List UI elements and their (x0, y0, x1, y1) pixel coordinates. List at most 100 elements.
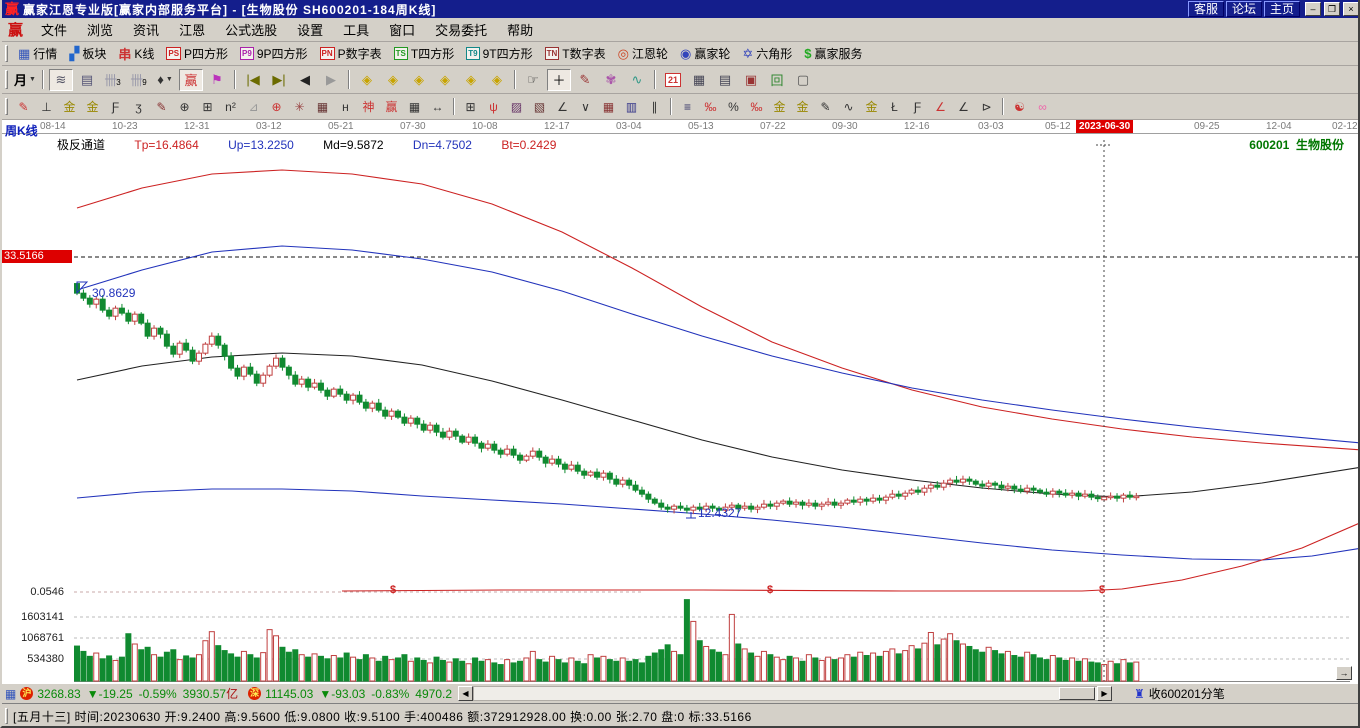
drawing-tool-icon[interactable]: ⊳ (975, 96, 998, 117)
menu-item[interactable]: 交易委托 (425, 18, 497, 41)
drawing-tool-icon[interactable]: Ł (883, 96, 906, 117)
drawing-tool-icon[interactable]: ⊥ (35, 96, 58, 117)
toolbar-grip[interactable] (5, 70, 8, 89)
drawing-tool-icon[interactable]: ∿ (837, 96, 860, 117)
menu-item[interactable]: 资讯 (123, 18, 169, 41)
drawing-tool-icon[interactable]: ▦ (403, 96, 426, 117)
toolbar-button[interactable]: TS T四方形 (388, 44, 461, 63)
toolbar-grip[interactable] (5, 45, 8, 62)
menu-item[interactable]: 江恩 (169, 18, 215, 41)
diamond-zoomin-icon[interactable]: ◈ (459, 69, 483, 91)
toolbar-grip[interactable] (5, 97, 8, 116)
drawing-tool-icon[interactable]: ✎ (12, 96, 35, 117)
tick-feed-label[interactable]: 收600201分笔 (1149, 685, 1225, 702)
crosshair-tool-icon[interactable]: ＋ (547, 68, 571, 91)
bars3-icon[interactable]: 卌3 (101, 69, 125, 91)
menu-item[interactable]: 公式选股 (215, 18, 287, 41)
drawing-tool-icon[interactable]: ∠ (929, 96, 952, 117)
toolbar-button[interactable]: ◎ 江恩轮 (612, 44, 674, 63)
capture-icon[interactable]: 回 (765, 69, 789, 91)
toolbar-button[interactable]: 串 K线 (112, 43, 160, 64)
drawing-tool-icon[interactable]: ψ (482, 96, 505, 117)
drawing-tool-icon[interactable]: ⊿ (242, 96, 265, 117)
chart-canvas[interactable] (2, 120, 1358, 683)
drawing-tool-icon[interactable]: ▦ (311, 96, 334, 117)
drawing-tool-icon[interactable]: Ƒ (104, 96, 127, 117)
drawing-tool-icon[interactable]: ↔ (426, 96, 449, 117)
titlebar-button-客服[interactable]: 客服 (1187, 1, 1224, 17)
drawing-tool-icon[interactable]: ≡ (676, 96, 699, 117)
note-icon[interactable]: ▤ (75, 69, 99, 91)
toolbar-button[interactable]: ▦ 行情 (12, 44, 63, 63)
menu-item[interactable]: 设置 (287, 18, 333, 41)
drawing-tool-icon[interactable]: 金 (860, 96, 883, 117)
drawing-tool-icon[interactable]: ▥ (620, 96, 643, 117)
last-bar-icon[interactable]: ▶| (267, 69, 291, 91)
prev-icon[interactable]: ◀ (293, 69, 317, 91)
drawing-tool-icon[interactable]: ∠ (952, 96, 975, 117)
drawing-tool-icon[interactable]: % (722, 96, 745, 117)
toolbar-button[interactable]: ◉ 赢家轮 (674, 44, 736, 63)
titlebar-button-主页[interactable]: 主页 (1263, 1, 1300, 17)
bars9-icon[interactable]: 卌9 (127, 69, 151, 91)
first-bar-icon[interactable]: |◀ (241, 69, 265, 91)
drawing-tool-icon[interactable]: 赢 (380, 96, 403, 117)
toolbar-button[interactable]: TN T数字表 (539, 44, 612, 63)
diamond-zoomout-icon[interactable]: ◈ (485, 69, 509, 91)
diamond-vzoom-icon[interactable]: ◈ (433, 69, 457, 91)
drawing-tool-icon[interactable]: 神 (357, 96, 380, 117)
scrollbar-thumb[interactable] (1059, 687, 1095, 700)
diamond-hzoom-icon[interactable]: ◈ (407, 69, 431, 91)
drawing-tool-icon[interactable]: 金 (768, 96, 791, 117)
save-icon[interactable]: ▣ (739, 69, 763, 91)
drawing-tool-icon[interactable]: ∨ (574, 96, 597, 117)
pen-tool-icon[interactable]: ✎ (573, 69, 597, 91)
toolbar-button[interactable]: ✡ 六角形 (736, 44, 798, 63)
drawing-tool-icon[interactable]: 金 (81, 96, 104, 117)
drawing-tool-icon[interactable]: ▨ (505, 96, 528, 117)
close-button[interactable]: × (1343, 2, 1358, 16)
scrollbar-right-arrow[interactable]: ▶ (1097, 686, 1112, 701)
calendar-icon[interactable]: 21 (661, 69, 685, 91)
title-bar[interactable]: 赢 赢家江恩专业版[赢家内部服务平台] - [生物股份 SH600201-184… (2, 0, 1358, 19)
drawing-tool-icon[interactable]: n² (219, 96, 242, 117)
overview-icon[interactable]: ≋ (49, 68, 73, 91)
drawing-tool-icon[interactable]: 金 (58, 96, 81, 117)
menu-item[interactable]: 浏览 (77, 18, 123, 41)
scroll-right-button[interactable]: → (1336, 666, 1352, 680)
drawing-tool-icon[interactable]: ⊞ (196, 96, 219, 117)
period-month-button[interactable]: 月 ▼ (13, 69, 37, 91)
drawing-tool-icon[interactable]: ▧ (528, 96, 551, 117)
drawing-tool-icon[interactable]: ✳ (288, 96, 311, 117)
toolbar-button[interactable]: PN P数字表 (314, 44, 388, 63)
drawing-tool-icon[interactable]: 金 (791, 96, 814, 117)
quote-grid-icon[interactable]: ▦ (5, 687, 16, 701)
drawing-tool-icon[interactable]: ‰ (699, 96, 722, 117)
toolbar-button[interactable]: T9 9T四方形 (460, 44, 538, 63)
menu-item[interactable]: 工具 (333, 18, 379, 41)
gann-tool-icon[interactable]: 赢 (179, 68, 203, 91)
candle-style-icon[interactable]: ♦ ▼ (153, 69, 177, 91)
drawing-tool-icon[interactable]: ✎ (150, 96, 173, 117)
drawing-tool-icon[interactable]: ⊕ (265, 96, 288, 117)
hand-tool-icon[interactable]: ☞ (521, 69, 545, 91)
drawing-tool-icon[interactable]: ✎ (814, 96, 837, 117)
menu-item[interactable]: 文件 (31, 18, 77, 41)
drawing-tool-icon[interactable]: ∞ (1031, 96, 1054, 117)
drawing-tool-icon[interactable]: ʜ (334, 96, 357, 117)
chart-scrollbar[interactable]: ◀ ▶ (458, 686, 1112, 702)
memo-icon[interactable]: ▤ (713, 69, 737, 91)
drawing-tool-icon[interactable]: Ƒ (906, 96, 929, 117)
drawing-tool-icon[interactable]: ∠ (551, 96, 574, 117)
next-icon[interactable]: ▶ (319, 69, 343, 91)
drawing-tool-icon[interactable]: ☯ (1008, 96, 1031, 117)
restore-button[interactable]: ❐ (1324, 2, 1340, 16)
toolbar-button[interactable]: P9 9P四方形 (234, 44, 313, 63)
drawing-tool-icon[interactable]: ‰ (745, 96, 768, 117)
color-chart-icon[interactable]: ⚑ (205, 69, 229, 91)
titlebar-button-论坛[interactable]: 论坛 (1225, 1, 1262, 17)
menu-item[interactable]: 窗口 (379, 18, 425, 41)
knot-tool-icon[interactable]: ✾ (599, 69, 623, 91)
drawing-tool-icon[interactable]: ∥ (643, 96, 666, 117)
diamond-left-icon[interactable]: ◈ (355, 69, 379, 91)
